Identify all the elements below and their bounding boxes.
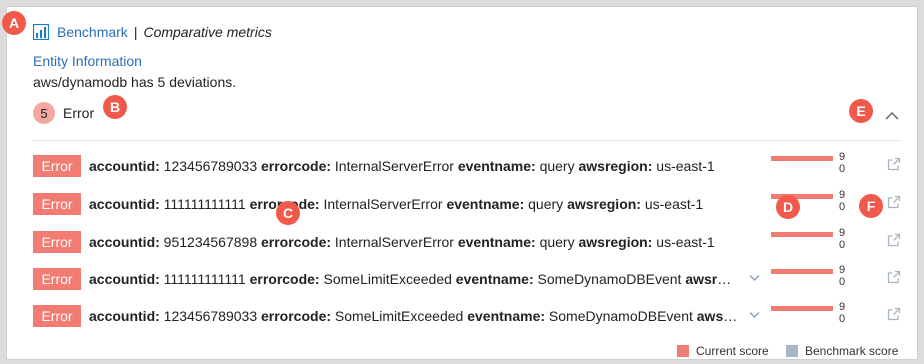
attribute-key: errorcode: (261, 158, 332, 174)
callout-c: C (276, 201, 300, 225)
group-label: Error (63, 105, 95, 121)
legend-current-label: Current score (696, 344, 769, 358)
benchmark-score-value: 0 (839, 163, 846, 175)
attribute-key: eventname: (446, 196, 525, 212)
attribute-key: accountid: (89, 308, 160, 324)
attribute-key: errorcode: (249, 271, 320, 287)
attribute-value: 111111111111 (163, 271, 246, 287)
panel-header: Benchmark | Comparative metrics (33, 22, 272, 42)
attribute-key: eventname: (457, 234, 536, 250)
legend-current: Current score (677, 344, 769, 358)
severity-badge: Error (33, 193, 81, 215)
current-score-value: 9 (839, 151, 846, 163)
attribute-key: awsregion: (578, 158, 653, 174)
error-group-header[interactable]: 5 Error (33, 102, 94, 124)
severity-badge: Error (33, 268, 81, 290)
attribute-value: SomeDynamoDBEvent (537, 271, 682, 287)
bar-chart-icon (33, 24, 49, 40)
current-score-bar (771, 269, 833, 274)
callout-f: F (859, 194, 883, 218)
current-score-bar (771, 156, 833, 161)
deviation-row[interactable]: Error accountid: 951234567898 errorcode: … (33, 227, 913, 255)
attribute-value: us-east-1 (644, 196, 704, 212)
benchmark-score-value: 0 (839, 201, 846, 213)
legend-current-swatch (677, 345, 689, 357)
severity-badge: Error (33, 305, 81, 327)
attribute-value: query (528, 196, 564, 212)
chevron-up-icon[interactable] (885, 111, 899, 121)
deviation-count-badge: 5 (33, 102, 55, 124)
attribute-value: us-east-1 (656, 234, 715, 250)
current-score-bar (771, 306, 833, 311)
callout-d: D (776, 195, 800, 219)
severity-badge: Error (33, 155, 81, 177)
attribute-key: accountid: (89, 234, 160, 250)
open-external-icon[interactable] (887, 157, 901, 171)
benchmark-panel: Benchmark | Comparative metrics Entity I… (6, 6, 918, 360)
attribute-key: accountid: (89, 196, 160, 212)
attribute-key: awsregion: (578, 234, 653, 250)
attribute-value: query (539, 158, 575, 174)
deviation-attributes: accountid: 951234567898 errorcode: Inter… (89, 234, 739, 250)
open-external-icon[interactable] (887, 233, 901, 247)
attribute-key: errorcode: (261, 234, 332, 250)
callout-e: E (849, 99, 873, 123)
attribute-value: SomeLimitExceeded (323, 271, 452, 287)
current-score-value: 9 (839, 301, 846, 313)
deviation-attributes: accountid: 123456789033 errorcode: SomeL… (89, 308, 739, 324)
attribute-value: query (539, 234, 575, 250)
attribute-key: eventname: (467, 308, 546, 324)
panel-subtitle: Comparative metrics (143, 24, 272, 40)
attribute-key: errorcode: (261, 308, 332, 324)
attribute-key: awsregion: (685, 271, 739, 287)
current-score-bar (771, 232, 833, 237)
attribute-value: InternalServerError (334, 234, 454, 250)
attribute-value: 111111111111 (163, 196, 246, 212)
benchmark-score-value: 0 (839, 239, 846, 251)
open-external-icon[interactable] (887, 195, 901, 209)
attribute-value: SomeLimitExceeded (334, 308, 464, 324)
attribute-value: 123456789033 (163, 158, 258, 174)
legend-benchmark-label: Benchmark score (805, 344, 899, 358)
divider (33, 140, 901, 141)
attribute-value: SomeDynamoDBEvent (548, 308, 693, 324)
attribute-key: awsregion: (567, 196, 641, 212)
deviation-row[interactable]: Error accountid: 123456789033 errorcode: … (33, 151, 913, 179)
deviation-row[interactable]: Error accountid: 123456789033 errorcode: … (33, 301, 913, 329)
benchmark-score-value: 0 (839, 276, 846, 288)
callout-a: A (2, 11, 26, 35)
chevron-down-icon[interactable] (749, 311, 760, 319)
entity-info-description: aws/dynamodb has 5 deviations. (33, 74, 237, 90)
open-external-icon[interactable] (887, 307, 901, 321)
current-score-value: 9 (839, 189, 846, 201)
attribute-value: 123456789033 (163, 308, 258, 324)
chevron-down-icon[interactable] (749, 274, 760, 282)
attribute-key: accountid: (89, 158, 160, 174)
deviation-attributes: accountid: 111111111111 errorcode: Inter… (89, 196, 739, 212)
legend-benchmark: Benchmark score (786, 344, 898, 358)
deviation-attributes: accountid: 123456789033 errorcode: Inter… (89, 158, 739, 174)
deviation-attributes: accountid: 111111111111 errorcode: SomeL… (89, 271, 739, 287)
current-score-value: 9 (839, 264, 846, 276)
attribute-key: eventname: (455, 271, 534, 287)
legend-benchmark-swatch (786, 345, 798, 357)
current-score-value: 9 (839, 227, 846, 239)
title-separator: | (133, 24, 138, 40)
attribute-key: eventname: (457, 158, 536, 174)
attribute-value: us-east-1 (656, 158, 715, 174)
open-external-icon[interactable] (887, 270, 901, 284)
entity-info-title: Entity Information (33, 53, 142, 69)
attribute-key: accountid: (89, 271, 160, 287)
attribute-value: InternalServerError (334, 158, 454, 174)
benchmark-score-value: 0 (839, 313, 846, 325)
callout-b: B (103, 95, 127, 119)
severity-badge: Error (33, 231, 81, 253)
deviation-row[interactable]: Error accountid: 111111111111 errorcode: … (33, 264, 913, 292)
panel-title: Benchmark (57, 24, 128, 40)
attribute-value: 951234567898 (163, 234, 258, 250)
attribute-key: awsregi... (696, 308, 739, 324)
attribute-value: InternalServerError (323, 196, 443, 212)
